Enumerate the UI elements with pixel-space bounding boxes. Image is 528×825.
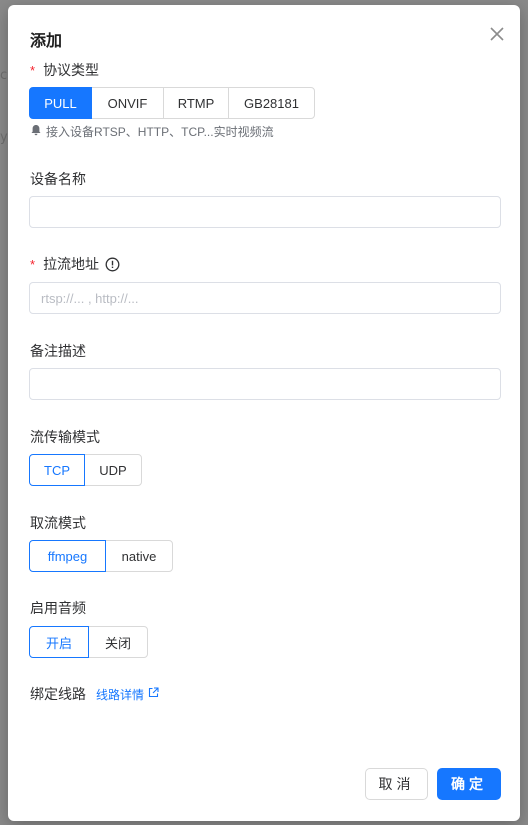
bell-icon xyxy=(30,124,42,139)
transport-option-udp[interactable]: UDP xyxy=(84,454,142,486)
pull-mode-label-text: 取流模式 xyxy=(30,515,86,531)
pull-url-label-text: 拉流地址 xyxy=(43,256,100,272)
protocol-label: * 协议类型 xyxy=(30,60,99,80)
route-label-text: 绑定线路 xyxy=(30,686,86,702)
external-link-icon xyxy=(148,687,159,701)
pull-mode-label: 取流模式 xyxy=(30,513,86,533)
required-mark: * xyxy=(30,62,36,78)
remark-input[interactable] xyxy=(29,368,501,400)
pull-url-input[interactable] xyxy=(29,282,501,314)
transport-mode-selector: TCP UDP xyxy=(29,454,142,486)
pull-url-label: * 拉流地址 xyxy=(30,254,120,274)
close-icon[interactable] xyxy=(488,25,506,43)
audio-option-off[interactable]: 关闭 xyxy=(88,626,148,658)
route-details-link[interactable]: 线路详情 xyxy=(96,686,159,703)
required-mark: * xyxy=(30,256,36,272)
remark-label: 备注描述 xyxy=(30,341,86,361)
remark-label-text: 备注描述 xyxy=(30,343,86,359)
transport-mode-label-text: 流传输模式 xyxy=(30,429,100,445)
background-fragment: y xyxy=(0,130,8,145)
protocol-hint: 接入设备RTSP、HTTP、TCP...实时视频流 xyxy=(30,123,274,140)
background-fragment: c xyxy=(0,68,8,83)
audio-selector: 开启 关闭 xyxy=(29,626,148,658)
audio-label-text: 启用音频 xyxy=(30,600,86,616)
route-details-link-text: 线路详情 xyxy=(96,687,145,702)
protocol-option-onvif[interactable]: ONVIF xyxy=(91,87,164,119)
transport-option-tcp[interactable]: TCP xyxy=(29,454,85,486)
device-name-label-text: 设备名称 xyxy=(30,171,86,187)
pull-mode-selector: ffmpeg native xyxy=(29,540,173,572)
audio-option-on[interactable]: 开启 xyxy=(29,626,89,658)
device-name-input[interactable] xyxy=(29,196,501,228)
device-name-label: 设备名称 xyxy=(30,169,86,189)
route-label: 绑定线路 线路详情 xyxy=(30,684,159,704)
dialog-title: 添加 xyxy=(30,33,63,50)
protocol-label-text: 协议类型 xyxy=(43,62,100,78)
protocol-option-pull[interactable]: PULL xyxy=(29,87,92,119)
pull-mode-option-native[interactable]: native xyxy=(105,540,173,572)
pull-mode-option-ffmpeg[interactable]: ffmpeg xyxy=(29,540,106,572)
transport-mode-label: 流传输模式 xyxy=(30,427,100,447)
protocol-hint-text: 接入设备RTSP、HTTP、TCP...实时视频流 xyxy=(46,125,274,139)
protocol-option-rtmp[interactable]: RTMP xyxy=(163,87,229,119)
protocol-option-gb28181[interactable]: GB28181 xyxy=(228,87,315,119)
protocol-selector: PULL ONVIF RTMP GB28181 xyxy=(29,87,315,119)
add-device-dialog: 添加 * 协议类型 PULL ONVIF RTMP GB28181 接入设备RT… xyxy=(8,5,520,821)
audio-label: 启用音频 xyxy=(30,598,86,618)
info-circle-icon[interactable] xyxy=(105,257,120,272)
confirm-button[interactable]: 确定 xyxy=(437,768,501,800)
cancel-button[interactable]: 取消 xyxy=(365,768,428,800)
